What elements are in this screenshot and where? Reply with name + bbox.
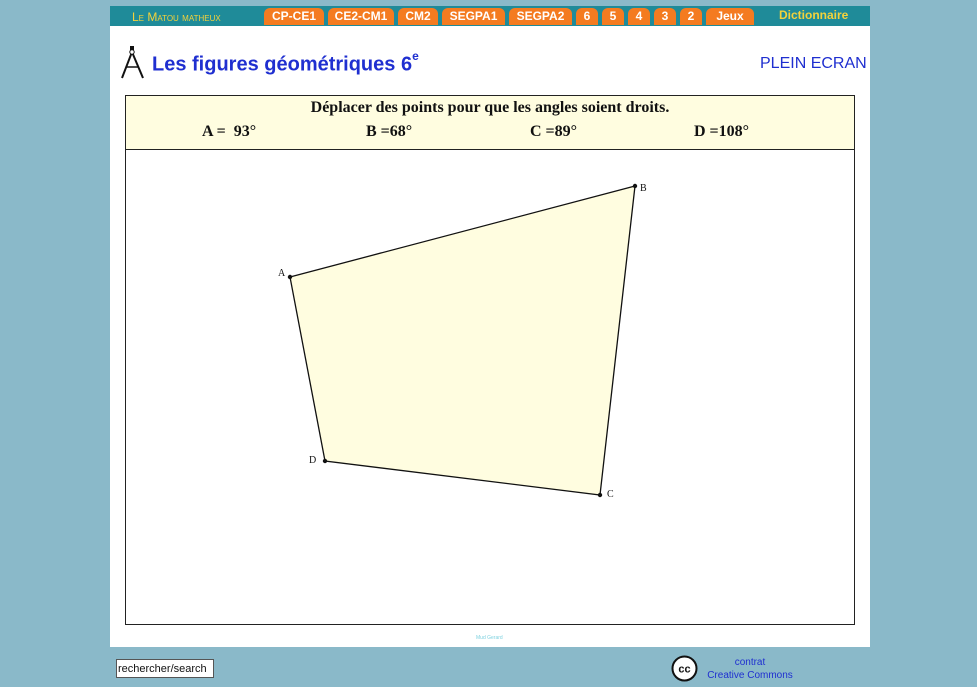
angle-c-readout: C =89° (530, 123, 577, 141)
content-panel: Les figures géométriques 6e PLEIN ECRAN … (110, 26, 870, 647)
tab-5[interactable]: 5 (602, 8, 624, 25)
title-superscript: e (412, 49, 419, 63)
angle-a-readout: A = 93° (202, 123, 256, 141)
angle-c-label: C = (530, 123, 555, 140)
angle-a-value: 93° (233, 123, 257, 140)
angle-b-readout: B =68° (366, 123, 412, 141)
point-b-label: B (640, 183, 647, 194)
angle-d-label: D = (694, 123, 719, 140)
dictionary-link[interactable]: Dictionnaire (779, 8, 848, 22)
drawing-canvas[interactable]: A B C D (126, 151, 854, 625)
search-input[interactable] (116, 659, 214, 678)
author-watermark: Mud Gerard (476, 635, 503, 641)
point-d[interactable] (322, 458, 328, 464)
angle-d-readout: D =108° (694, 123, 749, 141)
angle-c-value: 89° (554, 123, 578, 140)
instruction-text: Déplacer des points pour que les angles … (310, 99, 670, 116)
top-navigation: Le Matou matheux CP-CE1 CE2-CM1 CM2 SEGP… (110, 6, 870, 26)
site-brand-link[interactable]: Le Matou matheux (132, 10, 221, 24)
applet-header: Déplacer des points pour que les angles … (126, 96, 854, 150)
tab-segpa2[interactable]: SEGPA2 (509, 8, 572, 25)
tab-3[interactable]: 3 (654, 8, 676, 25)
angle-a-label: A = (202, 123, 226, 140)
cc-icon-text: cc (678, 664, 690, 676)
creative-commons-icon[interactable]: cc (671, 655, 698, 682)
fullscreen-link[interactable]: PLEIN ECRAN (760, 55, 867, 73)
geometry-applet: Déplacer des points pour que les angles … (125, 95, 855, 625)
cc-contract-label: contrat (734, 657, 766, 668)
point-a[interactable] (287, 274, 293, 280)
point-a-label: A (278, 268, 286, 279)
tab-jeux[interactable]: Jeux (706, 8, 754, 25)
tab-cp-ce1[interactable]: CP-CE1 (264, 8, 324, 25)
tab-ce2-cm1[interactable]: CE2-CM1 (328, 8, 394, 25)
angle-b-label: B = (366, 123, 390, 140)
page-title: Les figures géométriques 6e (152, 49, 419, 76)
point-c-label: C (607, 489, 614, 500)
tab-6[interactable]: 6 (576, 8, 598, 25)
point-b[interactable] (632, 183, 638, 189)
compass-icon (121, 46, 144, 79)
tab-cm2[interactable]: CM2 (398, 8, 438, 25)
cc-name-label: Creative Commons (707, 670, 793, 681)
angle-b-value: 68° (389, 123, 413, 140)
point-c[interactable] (597, 492, 603, 498)
creative-commons-link[interactable]: contrat Creative Commons (703, 656, 797, 682)
quadrilateral-figure (289, 185, 636, 496)
tab-segpa1[interactable]: SEGPA1 (442, 8, 505, 25)
tab-2[interactable]: 2 (680, 8, 702, 25)
angle-d-value: 108° (718, 123, 750, 140)
point-d-label: D (309, 455, 316, 466)
tab-4[interactable]: 4 (628, 8, 650, 25)
